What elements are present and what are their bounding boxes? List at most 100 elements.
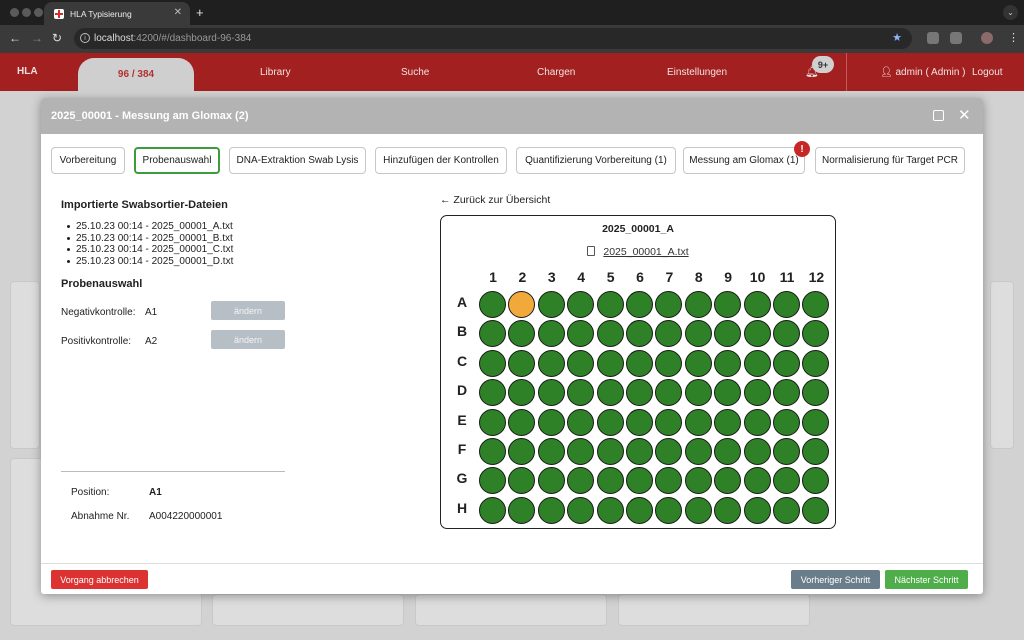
nav-tab-96-384[interactable]: 96 / 384 [78, 58, 194, 91]
browser-tab[interactable]: HLA Typisierung ✕ [44, 2, 190, 25]
browser-menu-icon[interactable]: ⋮ [1008, 31, 1019, 44]
well-C6[interactable] [626, 349, 653, 377]
well-B6[interactable] [626, 320, 653, 348]
well-A12[interactable] [802, 291, 830, 318]
well-C2[interactable] [508, 349, 536, 377]
well-E12[interactable] [802, 408, 830, 436]
well-C12[interactable] [802, 349, 830, 377]
well-C9[interactable] [714, 349, 742, 377]
well-D1[interactable] [479, 379, 506, 407]
incognito-icon[interactable] [927, 32, 939, 44]
well-B4[interactable] [567, 320, 595, 348]
well-C10[interactable] [743, 349, 771, 377]
well-A11[interactable] [773, 291, 800, 318]
well-A5[interactable] [596, 291, 624, 318]
well-H3[interactable] [537, 496, 565, 524]
step-quantifizierung[interactable]: Quantifizierung Vorbereitung (1) [516, 147, 676, 174]
nav-link-suche[interactable]: Suche [401, 67, 429, 78]
close-icon[interactable]: ✕ [958, 106, 971, 124]
well-A1[interactable] [479, 291, 506, 318]
cancel-process-button[interactable]: Vorgang abbrechen [51, 570, 148, 589]
app-brand[interactable]: HLA [17, 66, 38, 77]
well-A2[interactable] [508, 291, 536, 318]
well-D7[interactable] [655, 379, 683, 407]
well-B7[interactable] [655, 320, 683, 348]
well-E1[interactable] [479, 408, 506, 436]
well-D12[interactable] [802, 379, 830, 407]
well-H1[interactable] [479, 496, 506, 524]
well-F8[interactable] [684, 438, 712, 465]
well-D5[interactable] [596, 379, 624, 407]
well-G2[interactable] [508, 467, 536, 495]
well-G10[interactable] [743, 467, 771, 495]
well-E4[interactable] [567, 408, 595, 436]
well-E6[interactable] [626, 408, 653, 436]
well-C5[interactable] [596, 349, 624, 377]
logout-link[interactable]: Logout [972, 67, 1003, 78]
well-E5[interactable] [596, 408, 624, 436]
well-H10[interactable] [743, 496, 771, 524]
well-G5[interactable] [596, 467, 624, 495]
nav-link-library[interactable]: Library [260, 67, 291, 78]
bookmark-star-icon[interactable]: ★ [892, 31, 902, 44]
well-B5[interactable] [596, 320, 624, 348]
well-D4[interactable] [567, 379, 595, 407]
next-step-button[interactable]: Nächster Schritt [885, 570, 968, 589]
well-D6[interactable] [626, 379, 653, 407]
well-C7[interactable] [655, 349, 683, 377]
well-C3[interactable] [537, 349, 565, 377]
well-H12[interactable] [802, 496, 830, 524]
well-F10[interactable] [743, 438, 771, 465]
well-B11[interactable] [773, 320, 800, 348]
well-G1[interactable] [479, 467, 506, 495]
address-bar[interactable]: i localhost:4200/#/dashboard-96-384 ★ [74, 28, 912, 49]
previous-step-button[interactable]: Vorheriger Schritt [791, 570, 880, 589]
well-E3[interactable] [537, 408, 565, 436]
well-H7[interactable] [655, 496, 683, 524]
well-A6[interactable] [626, 291, 653, 318]
profile-avatar-icon[interactable] [981, 32, 993, 44]
well-G8[interactable] [684, 467, 712, 495]
well-F2[interactable] [508, 438, 536, 465]
expand-icon[interactable] [933, 110, 944, 121]
well-H2[interactable] [508, 496, 536, 524]
well-H9[interactable] [714, 496, 742, 524]
well-A4[interactable] [567, 291, 595, 318]
well-F9[interactable] [714, 438, 742, 465]
extensions-icon[interactable] [950, 32, 962, 44]
well-E2[interactable] [508, 408, 536, 436]
well-F12[interactable] [802, 438, 830, 465]
well-A3[interactable] [537, 291, 565, 318]
nav-link-einstellungen[interactable]: Einstellungen [667, 67, 727, 78]
well-G4[interactable] [567, 467, 595, 495]
well-G9[interactable] [714, 467, 742, 495]
window-minimize-control[interactable] [22, 8, 31, 17]
back-arrow-icon[interactable]: ← [9, 31, 21, 45]
well-G3[interactable] [537, 467, 565, 495]
step-messung-glomax[interactable]: Messung am Glomax (1) [683, 147, 805, 174]
well-F4[interactable] [567, 438, 595, 465]
well-H8[interactable] [684, 496, 712, 524]
step-dna-extraktion[interactable]: DNA-Extraktion Swab Lysis [229, 147, 366, 174]
well-A7[interactable] [655, 291, 683, 318]
well-F1[interactable] [479, 438, 506, 465]
nav-link-chargen[interactable]: Chargen [537, 67, 575, 78]
well-C8[interactable] [684, 349, 712, 377]
change-negative-button[interactable]: ändern [211, 301, 285, 320]
well-C4[interactable] [567, 349, 595, 377]
step-vorbereitung[interactable]: Vorbereitung [51, 147, 125, 174]
forward-arrow-icon[interactable]: → [31, 31, 43, 45]
new-tab-icon[interactable]: + [196, 5, 204, 20]
well-E9[interactable] [714, 408, 742, 436]
well-A9[interactable] [714, 291, 742, 318]
well-A10[interactable] [743, 291, 771, 318]
well-B10[interactable] [743, 320, 771, 348]
window-zoom-control[interactable] [34, 8, 43, 17]
well-H6[interactable] [626, 496, 653, 524]
site-info-icon[interactable]: i [80, 33, 90, 43]
step-normalisierung[interactable]: Normalisierung für Target PCR [815, 147, 965, 174]
window-close-control[interactable] [10, 8, 19, 17]
well-G12[interactable] [802, 467, 830, 495]
well-B2[interactable] [508, 320, 536, 348]
well-A8[interactable] [684, 291, 712, 318]
